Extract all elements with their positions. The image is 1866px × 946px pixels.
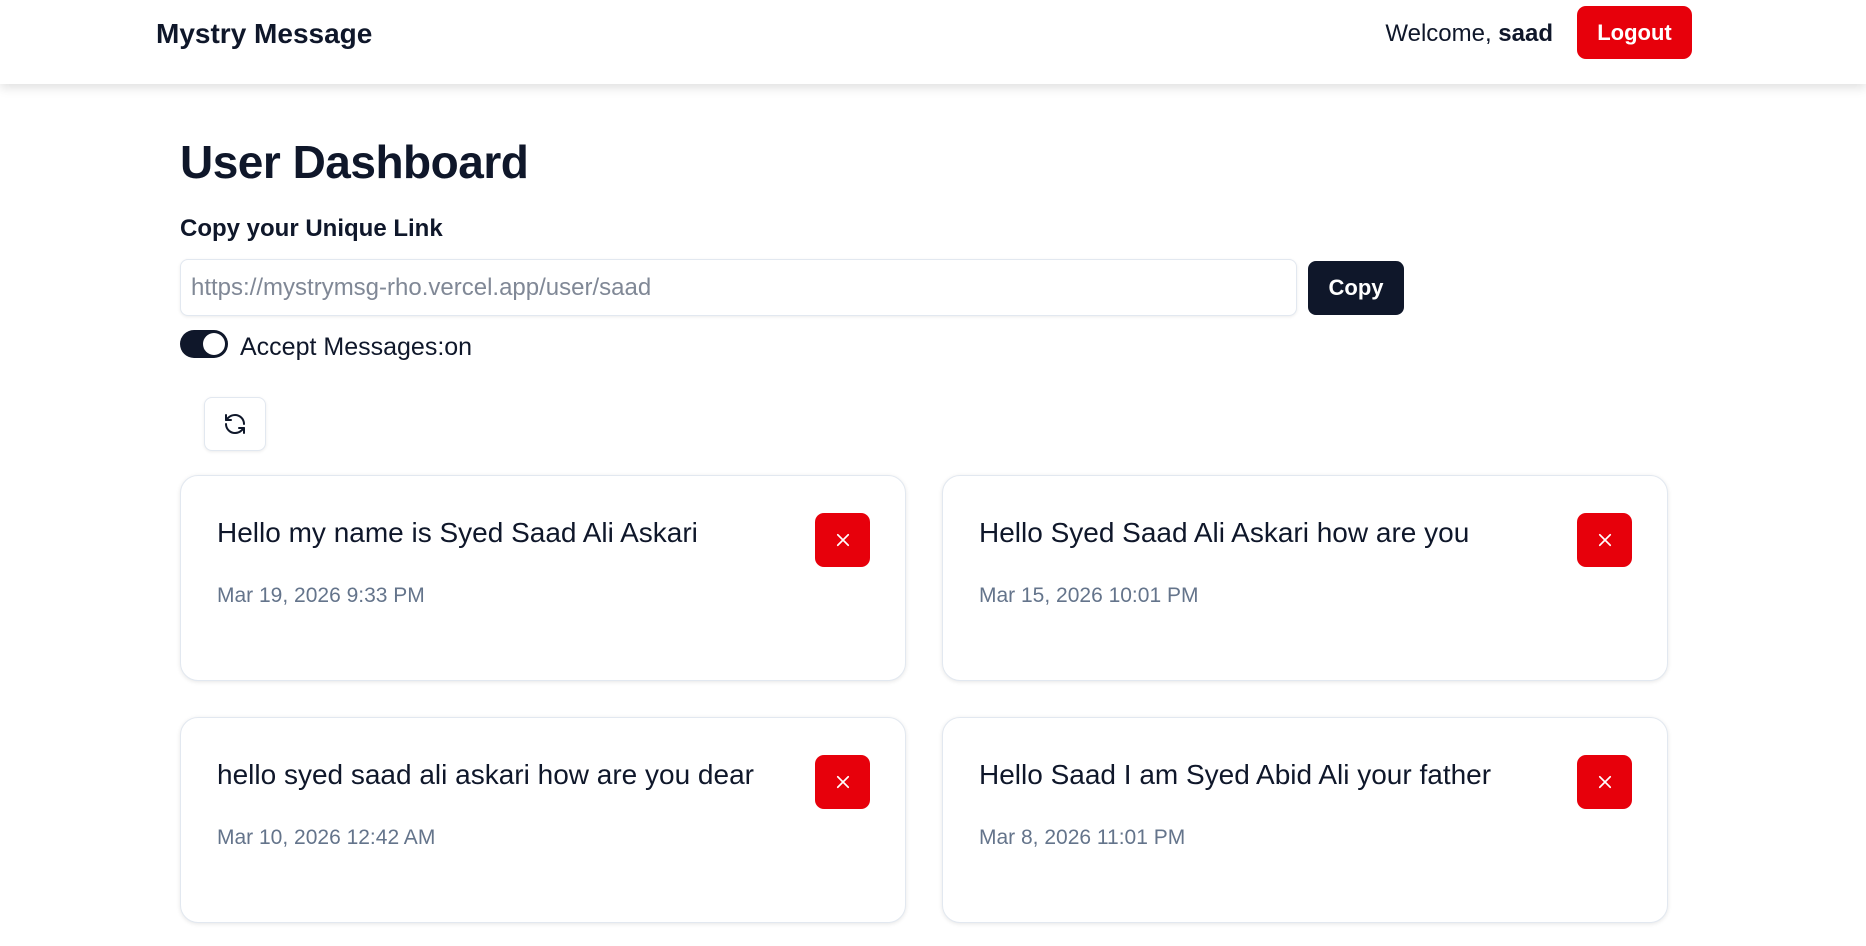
message-card: Hello Saad I am Syed Abid Ali your fathe… bbox=[942, 717, 1668, 923]
message-date: Mar 19, 2026 9:33 PM bbox=[217, 584, 425, 607]
message-content: hello syed saad ali askari how are you d… bbox=[217, 759, 754, 790]
username: saad bbox=[1498, 20, 1553, 47]
message-content: Hello my name is Syed Saad Ali Askari bbox=[217, 517, 698, 548]
close-icon bbox=[836, 775, 849, 789]
close-icon bbox=[1598, 533, 1611, 547]
message-card: Hello Syed Saad Ali Askari how are you M… bbox=[942, 475, 1668, 681]
delete-message-button[interactable] bbox=[815, 755, 870, 809]
message-card: Hello my name is Syed Saad Ali Askari Ma… bbox=[180, 475, 906, 681]
delete-message-button[interactable] bbox=[1577, 755, 1632, 809]
message-content: Hello Syed Saad Ali Askari how are you bbox=[979, 517, 1470, 548]
navbar: Mystry Message Welcome, saad Logout bbox=[0, 0, 1866, 84]
message-content: Hello Saad I am Syed Abid Ali your fathe… bbox=[979, 759, 1492, 790]
message-date: Mar 10, 2026 12:42 AM bbox=[217, 826, 436, 849]
delete-message-button[interactable] bbox=[1577, 513, 1632, 567]
accept-messages-switch[interactable] bbox=[180, 330, 228, 358]
close-icon bbox=[1598, 775, 1611, 789]
refresh-button[interactable] bbox=[204, 397, 266, 451]
switch-thumb bbox=[203, 333, 225, 355]
logout-button[interactable]: Logout bbox=[1577, 6, 1692, 59]
delete-message-button[interactable] bbox=[815, 513, 870, 567]
page-title: User Dashboard bbox=[180, 136, 529, 188]
brand-logo-text[interactable]: Mystry Message bbox=[156, 17, 372, 51]
message-card: hello syed saad ali askari how are you d… bbox=[180, 717, 906, 923]
accept-messages-label: Accept Messages:on bbox=[240, 333, 473, 361]
refresh-icon bbox=[225, 414, 245, 434]
close-icon bbox=[836, 533, 849, 547]
message-date: Mar 8, 2026 11:01 PM bbox=[979, 826, 1186, 849]
unique-link-input[interactable] bbox=[180, 259, 1297, 316]
message-date: Mar 15, 2026 10:01 PM bbox=[979, 584, 1199, 607]
welcome-prefix: Welcome, bbox=[1385, 20, 1499, 47]
unique-link-label: Copy your Unique Link bbox=[180, 215, 443, 242]
copy-button[interactable]: Copy bbox=[1308, 261, 1404, 315]
welcome-text: Welcome, saad bbox=[1385, 17, 1553, 51]
